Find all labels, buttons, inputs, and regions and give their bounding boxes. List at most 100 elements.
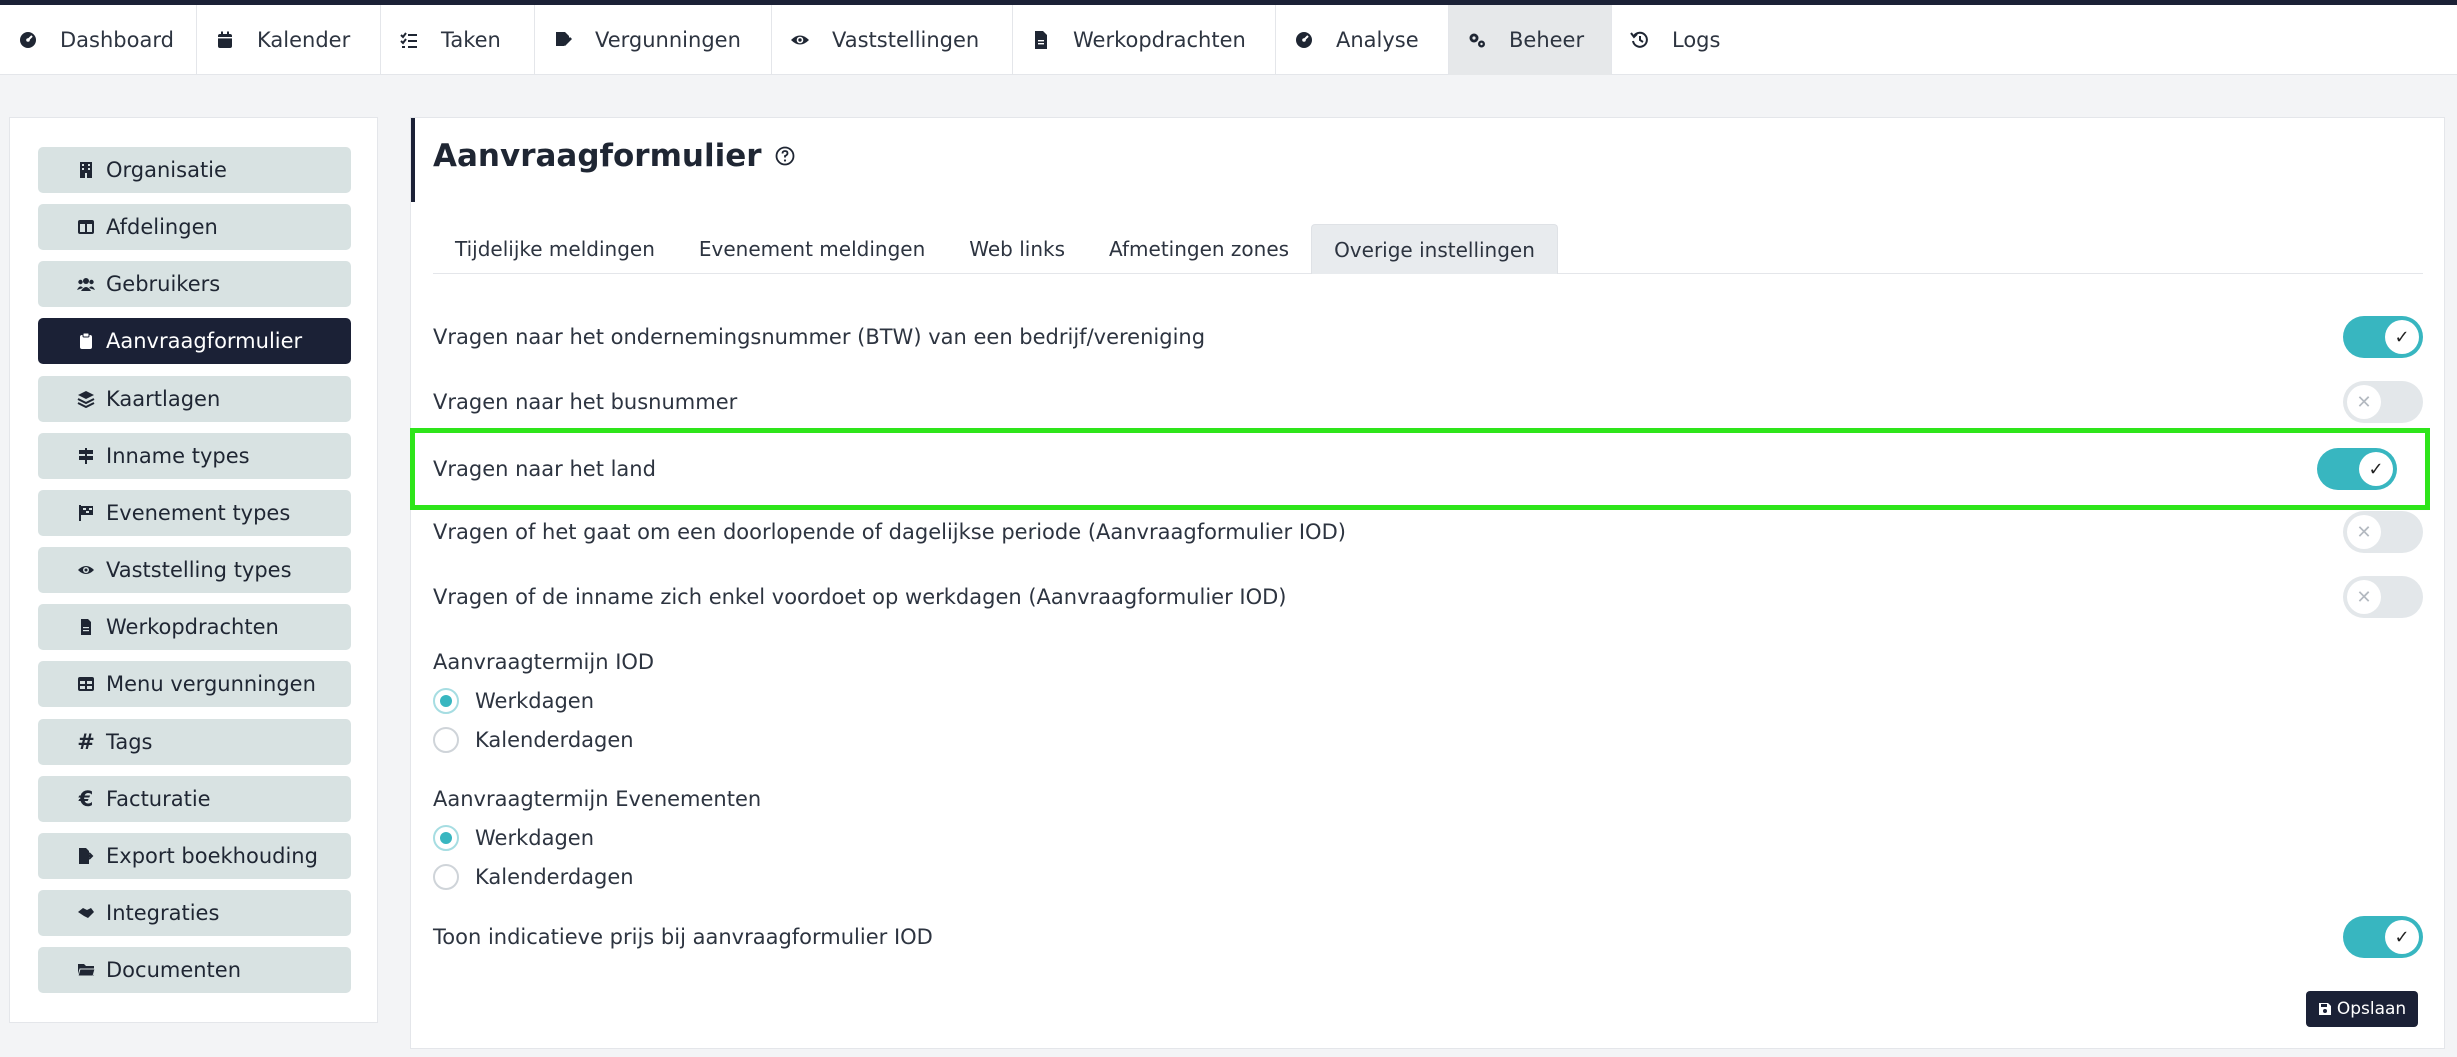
setting-row-werkdagen: Vragen of de inname zich enkel voordoet … bbox=[433, 567, 2423, 627]
toggle-busnummer[interactable]: ✕ bbox=[2343, 381, 2423, 423]
table-icon bbox=[76, 217, 96, 237]
tasks-icon bbox=[399, 30, 419, 50]
euro-icon: € bbox=[78, 787, 94, 811]
page-title: Aanvraagformulier bbox=[433, 138, 796, 174]
sidebar-item-menu-vergunningen[interactable]: Menu vergunningen bbox=[38, 661, 351, 707]
calendar-icon bbox=[215, 30, 235, 50]
sidebar-item-label: Tags bbox=[106, 730, 153, 754]
eye-icon bbox=[790, 30, 810, 50]
radio-button[interactable] bbox=[433, 825, 459, 851]
nav-item-label: Analyse bbox=[1336, 28, 1419, 52]
radio-evenementen-werkdagen[interactable]: Werkdagen bbox=[433, 825, 594, 851]
hashtag-icon: # bbox=[77, 730, 95, 754]
sidebar-item-label: Kaartlagen bbox=[106, 387, 221, 411]
x-icon: ✕ bbox=[2347, 515, 2381, 549]
sidebar-item-facturatie[interactable]: € Facturatie bbox=[38, 776, 351, 822]
nav-item-label: Dashboard bbox=[60, 28, 174, 52]
tab-afmetingen-zones[interactable]: Afmetingen zones bbox=[1087, 224, 1311, 274]
gears-icon bbox=[1467, 30, 1487, 50]
radio-label: Kalenderdagen bbox=[475, 728, 634, 752]
sidebar-item-export-boekhouding[interactable]: Export boekhouding bbox=[38, 833, 351, 879]
sidebar-item-documenten[interactable]: Documenten bbox=[38, 947, 351, 993]
title-accent-bar bbox=[411, 118, 415, 202]
nav-item-analyse[interactable]: Analyse bbox=[1276, 5, 1449, 75]
layers-icon bbox=[76, 389, 96, 409]
sidebar-item-label: Gebruikers bbox=[106, 272, 221, 296]
sidebar-item-label: Inname types bbox=[106, 444, 250, 468]
radio-button[interactable] bbox=[433, 727, 459, 753]
nav-item-label: Taken bbox=[441, 28, 501, 52]
radio-label: Kalenderdagen bbox=[475, 865, 634, 889]
sidebar-item-vaststelling-types[interactable]: Vaststelling types bbox=[38, 547, 351, 593]
check-icon: ✓ bbox=[2385, 320, 2419, 354]
page-title-text: Aanvraagformulier bbox=[433, 138, 762, 174]
aanvraagtermijn-iod-label: Aanvraagtermijn IOD bbox=[433, 650, 655, 674]
nav-item-kalender[interactable]: Kalender bbox=[197, 5, 381, 75]
nav-item-dashboard[interactable]: Dashboard bbox=[0, 5, 197, 75]
x-icon: ✕ bbox=[2347, 580, 2381, 614]
radio-button[interactable] bbox=[433, 864, 459, 890]
sidebar-item-integraties[interactable]: Integraties bbox=[38, 890, 351, 936]
signs-icon bbox=[76, 446, 96, 466]
sidebar-item-organisatie[interactable]: Organisatie bbox=[38, 147, 351, 193]
sidebar-item-label: Export boekhouding bbox=[106, 844, 318, 868]
tab-web-links[interactable]: Web links bbox=[947, 224, 1087, 274]
setting-label: Vragen of de inname zich enkel voordoet … bbox=[433, 585, 1287, 609]
sidebar-item-label: Aanvraagformulier bbox=[106, 329, 303, 353]
sidebar-item-label: Evenement types bbox=[106, 501, 291, 525]
sidebar-item-afdelingen[interactable]: Afdelingen bbox=[38, 204, 351, 250]
tab-overige-instellingen[interactable]: Overige instellingen bbox=[1311, 224, 1558, 274]
toggle-land[interactable]: ✓ bbox=[2317, 448, 2397, 490]
radio-button[interactable] bbox=[433, 688, 459, 714]
main-panel: Aanvraagformulier Tijdelijke meldingen E… bbox=[410, 117, 2445, 1049]
tab-bar: Tijdelijke meldingen Evenement meldingen… bbox=[433, 224, 2423, 274]
sidebar-item-aanvraagformulier[interactable]: Aanvraagformulier bbox=[38, 318, 351, 364]
nav-item-vaststellingen[interactable]: Vaststellingen bbox=[772, 5, 1013, 75]
toggle-btw[interactable]: ✓ bbox=[2343, 316, 2423, 358]
folder-icon bbox=[76, 960, 96, 980]
top-navigation: Dashboard Kalender Taken Vergunningen Va… bbox=[0, 5, 2457, 75]
table-icon bbox=[76, 674, 96, 694]
nav-item-logs[interactable]: Logs bbox=[1612, 5, 1750, 75]
radio-iod-werkdagen[interactable]: Werkdagen bbox=[433, 688, 594, 714]
toggle-periode[interactable]: ✕ bbox=[2343, 511, 2423, 553]
tab-tijdelijke-meldingen[interactable]: Tijdelijke meldingen bbox=[433, 224, 677, 274]
nav-item-label: Beheer bbox=[1509, 28, 1585, 52]
setting-row-busnummer: Vragen naar het busnummer ✕ bbox=[433, 372, 2423, 432]
setting-row-indicatieve-prijs: Toon indicatieve prijs bij aanvraagformu… bbox=[433, 907, 2423, 967]
x-icon: ✕ bbox=[2347, 385, 2381, 419]
file-icon bbox=[1031, 30, 1051, 50]
toggle-indicatieve-prijs[interactable]: ✓ bbox=[2343, 916, 2423, 958]
nav-item-label: Kalender bbox=[257, 28, 351, 52]
nav-item-werkopdrachten[interactable]: Werkopdrachten bbox=[1013, 5, 1276, 75]
gauge-icon bbox=[18, 30, 38, 50]
save-button[interactable]: Opslaan bbox=[2306, 991, 2418, 1027]
nav-item-vergunningen[interactable]: Vergunningen bbox=[535, 5, 772, 75]
sidebar: Organisatie Afdelingen Gebruikers Aanvra… bbox=[9, 117, 378, 1023]
sidebar-item-tags[interactable]: # Tags bbox=[38, 719, 351, 765]
toggle-werkdagen[interactable]: ✕ bbox=[2343, 576, 2423, 618]
nav-item-beheer[interactable]: Beheer bbox=[1449, 5, 1612, 75]
nav-item-taken[interactable]: Taken bbox=[381, 5, 535, 75]
sidebar-item-evenement-types[interactable]: Evenement types bbox=[38, 490, 351, 536]
sidebar-item-gebruikers[interactable]: Gebruikers bbox=[38, 261, 351, 307]
building-icon bbox=[76, 160, 96, 180]
sidebar-item-werkopdrachten[interactable]: Werkopdrachten bbox=[38, 604, 351, 650]
tab-evenement-meldingen[interactable]: Evenement meldingen bbox=[677, 224, 947, 274]
flag-icon bbox=[76, 503, 96, 523]
file-icon bbox=[76, 617, 96, 637]
clipboard-icon bbox=[76, 331, 96, 351]
sidebar-item-inname-types[interactable]: Inname types bbox=[38, 433, 351, 479]
radio-iod-kalenderdagen[interactable]: Kalenderdagen bbox=[433, 727, 634, 753]
users-icon bbox=[76, 274, 96, 294]
nav-item-label: Logs bbox=[1672, 28, 1721, 52]
sidebar-item-kaartlagen[interactable]: Kaartlagen bbox=[38, 376, 351, 422]
history-icon bbox=[1630, 30, 1650, 50]
setting-row-periode: Vragen of het gaat om een doorlopende of… bbox=[433, 502, 2423, 562]
gauge-icon bbox=[1294, 30, 1314, 50]
radio-evenementen-kalenderdagen[interactable]: Kalenderdagen bbox=[433, 864, 634, 890]
sidebar-item-label: Facturatie bbox=[106, 787, 211, 811]
question-circle-icon[interactable] bbox=[774, 145, 796, 167]
nav-item-label: Werkopdrachten bbox=[1073, 28, 1246, 52]
sidebar-item-label: Integraties bbox=[106, 901, 220, 925]
